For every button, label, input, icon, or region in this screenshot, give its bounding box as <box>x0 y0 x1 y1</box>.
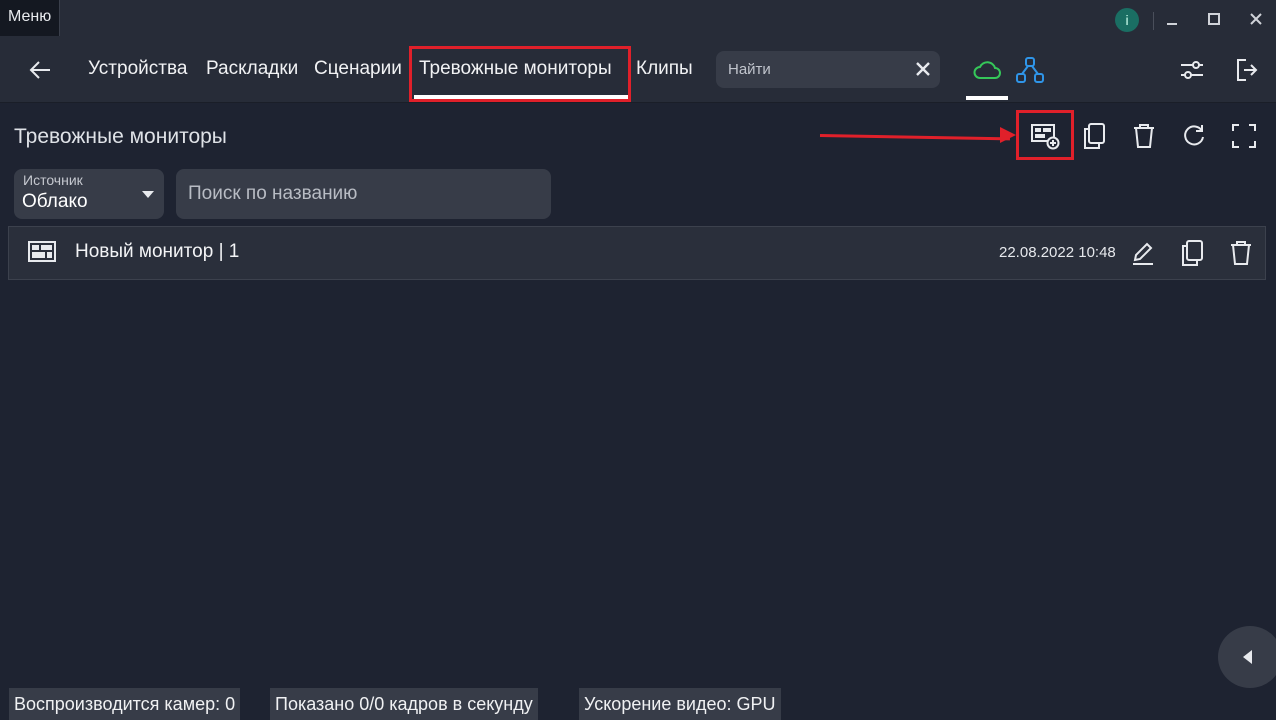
cloud-tab-underline <box>966 96 1008 100</box>
cloud-icon[interactable] <box>972 58 1002 87</box>
window-separator <box>1153 12 1154 30</box>
name-search-input[interactable] <box>186 182 540 206</box>
nav-search-input[interactable] <box>726 60 910 79</box>
chevron-down-icon <box>142 191 154 198</box>
nav-search-box[interactable] <box>716 51 940 88</box>
close-icon[interactable] <box>1243 6 1269 32</box>
list-item[interactable]: Новый монитор | 1 22.08.2022 10:48 <box>8 226 1266 280</box>
status-frames: Показано 0/0 кадров в секунду <box>270 688 538 720</box>
menu-button[interactable]: Меню <box>0 0 61 36</box>
collapse-panel-button[interactable] <box>1218 626 1276 688</box>
edit-icon[interactable] <box>1127 237 1159 269</box>
chevron-left-icon <box>1243 650 1252 664</box>
monitor-icon <box>28 241 56 268</box>
refresh-icon[interactable] <box>1178 120 1210 152</box>
maximize-icon[interactable] <box>1201 6 1227 32</box>
trash-icon[interactable] <box>1128 120 1160 152</box>
monitor-name: Новый монитор | 1 <box>75 241 240 262</box>
fullscreen-icon[interactable] <box>1228 120 1260 152</box>
page-title: Тревожные мониторы <box>14 125 227 148</box>
network-icon[interactable] <box>1015 56 1045 89</box>
clear-search-icon[interactable] <box>914 60 932 83</box>
info-icon[interactable]: i <box>1115 8 1139 32</box>
tab-highlight-box <box>409 46 631 102</box>
back-arrow-icon[interactable] <box>26 57 54 83</box>
info-icon-label: i <box>1125 12 1129 28</box>
title-bar <box>0 0 1276 38</box>
source-value: Облако <box>22 191 88 212</box>
tab-devices[interactable]: Устройства <box>88 58 187 80</box>
row-copy-icon[interactable] <box>1176 237 1208 269</box>
status-cameras: Воспроизводится камер: 0 <box>9 688 241 720</box>
logout-icon[interactable] <box>1234 56 1260 89</box>
status-acceleration: Ускорение видео: GPU <box>579 688 781 720</box>
copy-icon[interactable] <box>1078 120 1110 152</box>
settings-sliders-icon[interactable] <box>1178 56 1206 89</box>
source-label: Источник <box>23 172 83 188</box>
source-select[interactable]: Источник Облако <box>14 169 164 219</box>
annotation-arrow-head <box>1000 127 1016 143</box>
add-button-highlight-box <box>1016 110 1074 160</box>
tab-clips[interactable]: Клипы <box>636 58 693 80</box>
tab-layouts[interactable]: Раскладки <box>206 58 298 80</box>
name-search-box[interactable] <box>176 169 551 219</box>
monitor-date: 22.08.2022 10:48 <box>999 244 1116 261</box>
tab-scenarios[interactable]: Сценарии <box>314 58 402 80</box>
minimize-icon[interactable] <box>1159 6 1185 32</box>
annotation-arrow-line <box>819 134 1010 141</box>
row-trash-icon[interactable] <box>1225 237 1257 269</box>
